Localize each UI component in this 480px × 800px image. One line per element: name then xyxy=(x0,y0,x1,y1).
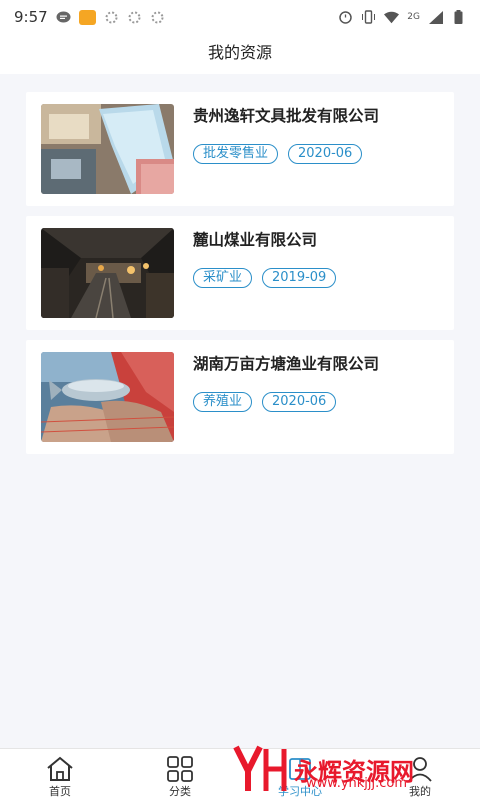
fan-icon xyxy=(150,11,165,24)
tab-label: 首页 xyxy=(49,785,71,798)
resource-card[interactable]: 湖南万亩方塘渔业有限公司 养殖业 2020-06 xyxy=(26,340,454,454)
tab-profile[interactable]: 我的 xyxy=(360,749,480,800)
resource-thumbnail-fishery xyxy=(41,352,174,442)
wifi-icon xyxy=(384,11,400,24)
resource-list: 贵州逸轩文具批发有限公司 批发零售业 2020-06 麓山煤业有限公司 采矿业 … xyxy=(26,92,454,464)
date-tag: 2020-06 xyxy=(288,144,363,164)
status-bar: 9:57 2G xyxy=(0,0,480,34)
network-type: 2G xyxy=(407,12,420,22)
alarm-icon xyxy=(338,11,353,24)
tab-home[interactable]: 首页 xyxy=(0,749,120,800)
industry-tag: 养殖业 xyxy=(193,392,253,412)
date-tag: 2019-09 xyxy=(262,268,337,288)
grid-icon xyxy=(165,755,195,783)
app-notification-icon xyxy=(78,9,96,25)
company-name: 湖南万亩方塘渔业有限公司 xyxy=(193,355,380,373)
page-title: 我的资源 xyxy=(0,34,480,74)
resource-thumbnail-mine xyxy=(41,228,174,318)
watermark-url: www.yhkjjj.com xyxy=(306,776,408,791)
signal-icon xyxy=(428,10,443,24)
tag-group: 采矿业 2019-09 xyxy=(193,268,337,288)
date-tag: 2020-06 xyxy=(262,392,337,412)
company-name: 麓山煤业有限公司 xyxy=(193,231,318,249)
message-icon xyxy=(56,11,71,24)
company-name: 贵州逸轩文具批发有限公司 xyxy=(193,107,380,125)
battery-icon xyxy=(451,10,466,24)
fan-icon xyxy=(104,11,119,24)
home-icon xyxy=(45,755,75,783)
bottom-tab-bar: 首页 分类 学习中心 我的 xyxy=(0,748,480,800)
tab-label: 分类 xyxy=(169,785,191,798)
user-icon xyxy=(405,755,435,783)
status-time: 9:57 xyxy=(14,8,48,26)
resource-thumbnail-stationery xyxy=(41,104,174,194)
tag-group: 养殖业 2020-06 xyxy=(193,392,337,412)
tab-learning-center[interactable]: 学习中心 xyxy=(240,749,360,800)
industry-tag: 采矿业 xyxy=(193,268,253,288)
fan-icon xyxy=(127,11,142,24)
tab-label: 我的 xyxy=(409,785,431,798)
resource-card[interactable]: 麓山煤业有限公司 采矿业 2019-09 xyxy=(26,216,454,330)
industry-tag: 批发零售业 xyxy=(193,144,279,164)
tag-group: 批发零售业 2020-06 xyxy=(193,144,363,164)
vibrate-icon xyxy=(361,10,376,24)
tab-category[interactable]: 分类 xyxy=(120,749,240,800)
resource-card[interactable]: 贵州逸轩文具批发有限公司 批发零售业 2020-06 xyxy=(26,92,454,206)
